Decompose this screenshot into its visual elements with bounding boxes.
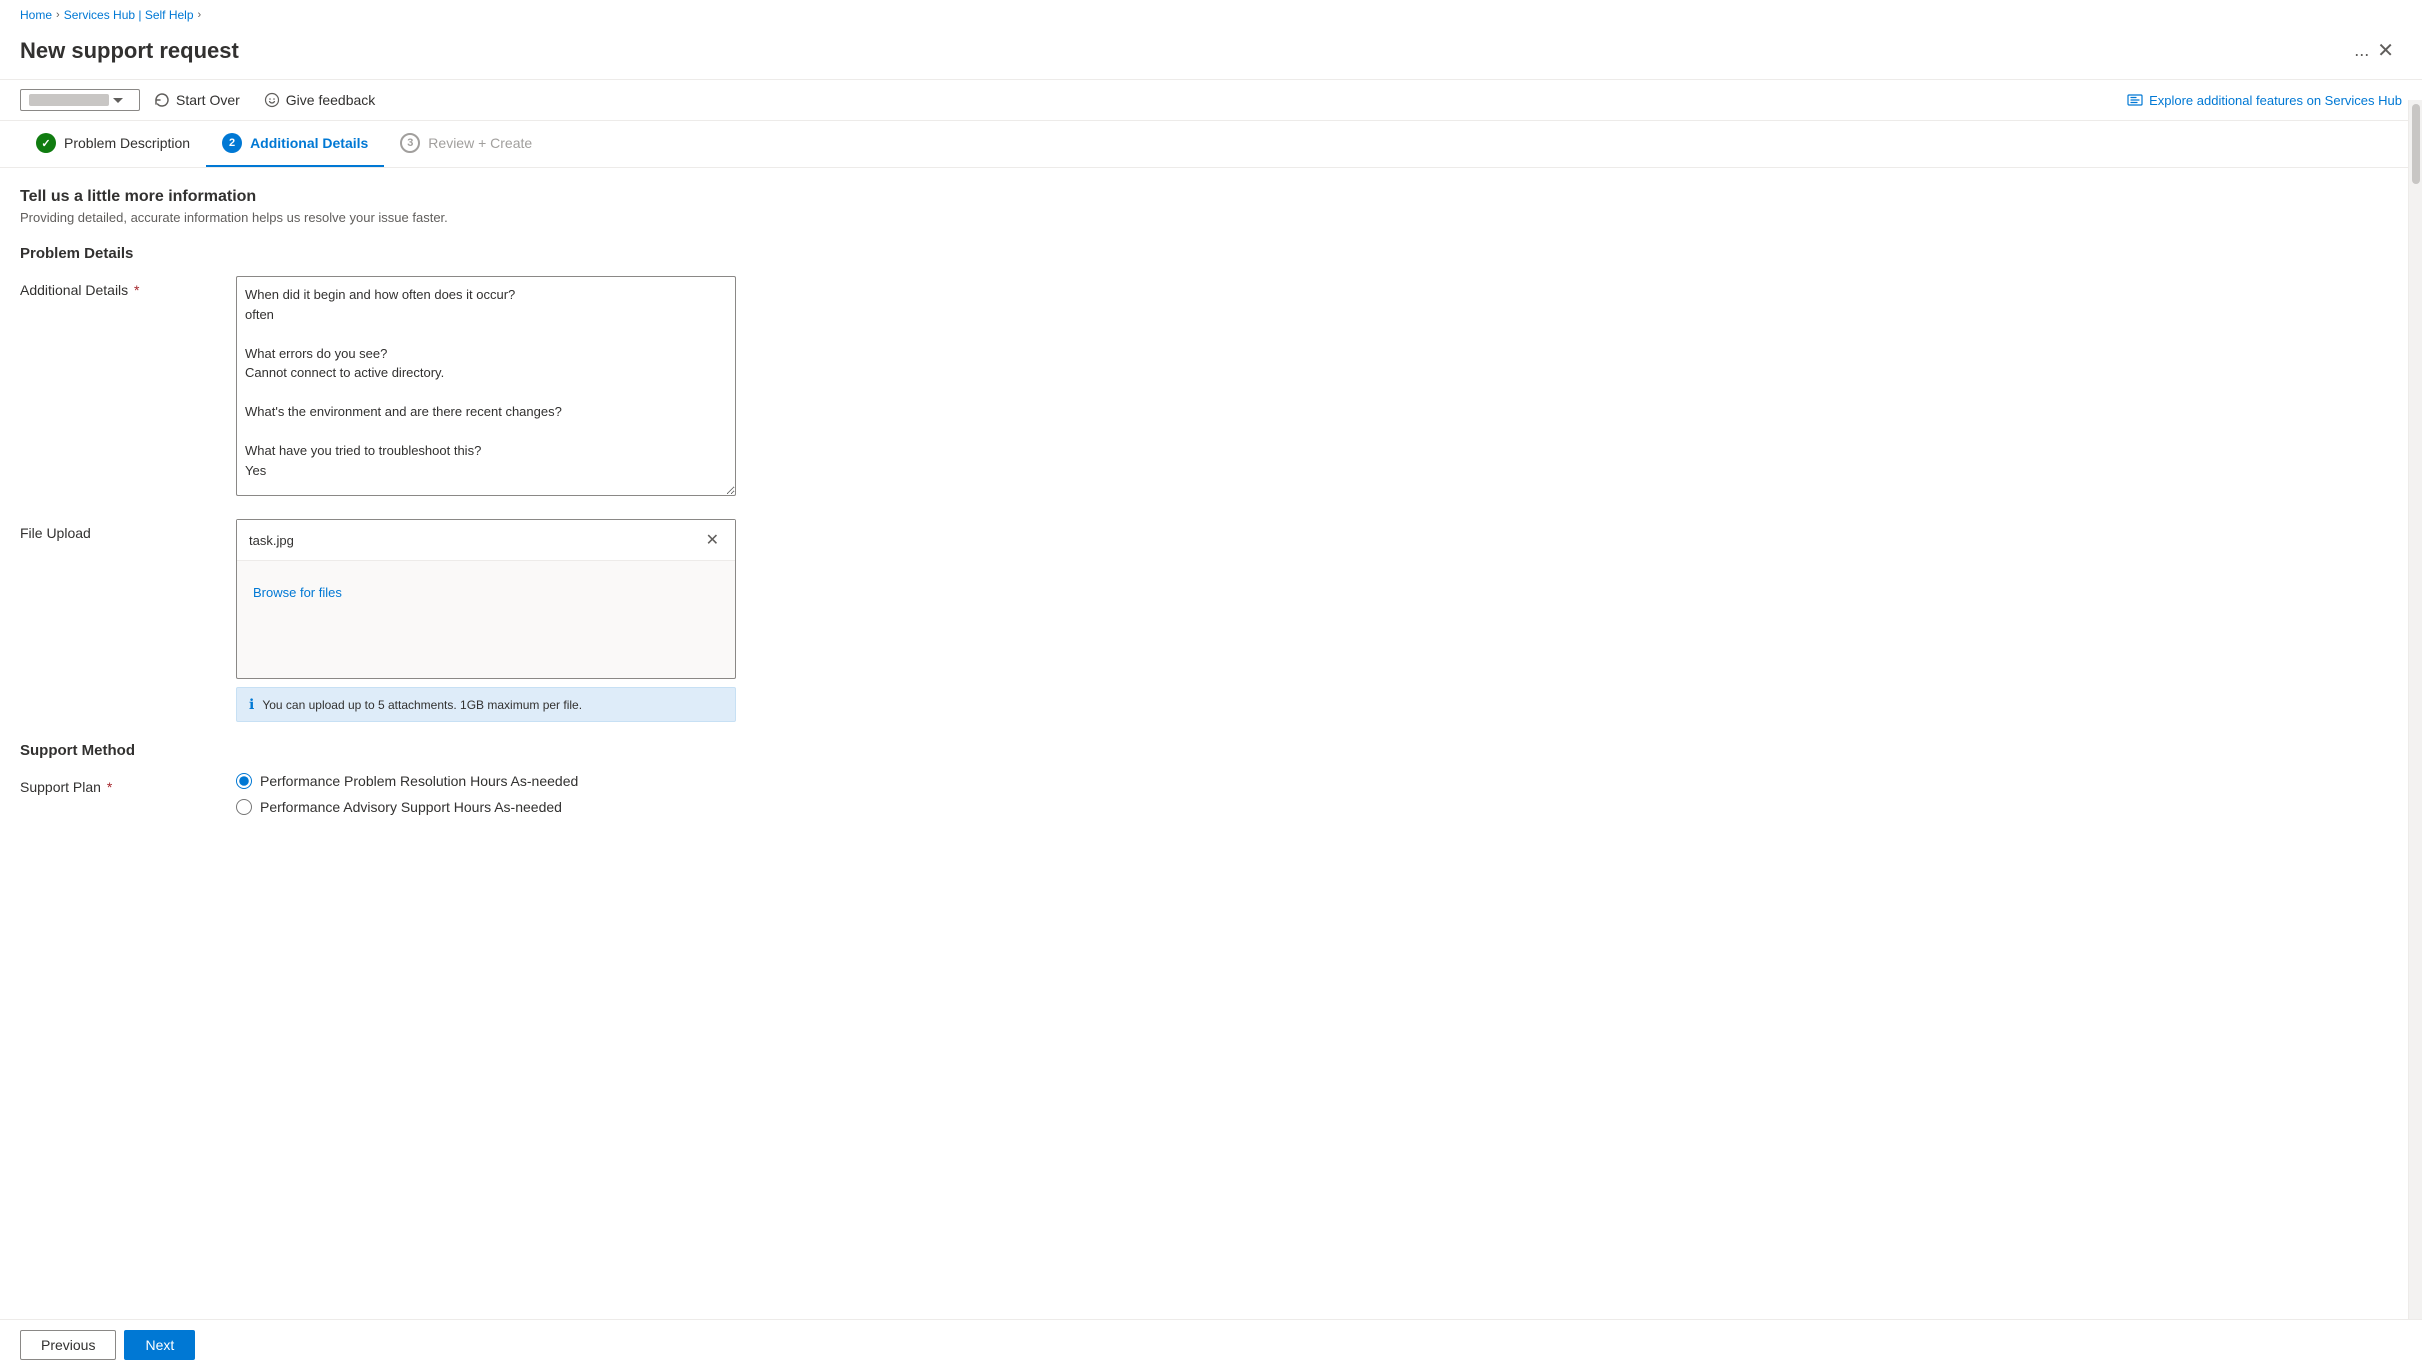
breadcrumb-services-hub[interactable]: Services Hub | Self Help bbox=[64, 8, 194, 22]
section-subtext: Providing detailed, accurate information… bbox=[20, 210, 880, 225]
breadcrumb-sep-2: › bbox=[198, 9, 202, 21]
support-plan-row: Support Plan * Performance Problem Resol… bbox=[20, 773, 880, 825]
steps-bar: ✓ Problem Description 2 Additional Detai… bbox=[0, 121, 2422, 168]
additional-details-control: When did it begin and how often does it … bbox=[236, 276, 736, 499]
support-radio-2[interactable] bbox=[236, 799, 252, 815]
refresh-icon bbox=[154, 92, 170, 108]
give-feedback-button[interactable]: Give feedback bbox=[254, 86, 386, 114]
breadcrumb-sep-1: › bbox=[56, 9, 60, 21]
next-button[interactable]: Next bbox=[124, 1330, 195, 1360]
start-over-label: Start Over bbox=[176, 92, 240, 108]
breadcrumb-home[interactable]: Home bbox=[20, 8, 52, 22]
file-upload-control: task.jpg ✕ Browse for files ℹ You can up… bbox=[236, 519, 736, 722]
toolbar: Start Over Give feedback Explore additio… bbox=[0, 80, 2422, 121]
step-1-label: Problem Description bbox=[64, 135, 190, 151]
dropdown-text-placeholder bbox=[29, 94, 109, 106]
step-review-create[interactable]: 3 Review + Create bbox=[384, 121, 548, 167]
required-star-details: * bbox=[130, 282, 139, 298]
support-radio-1[interactable] bbox=[236, 773, 252, 789]
start-over-button[interactable]: Start Over bbox=[144, 86, 250, 114]
bottom-bar: Previous Next bbox=[0, 1319, 2422, 1370]
feedback-icon bbox=[264, 92, 280, 108]
support-option-2-label[interactable]: Performance Advisory Support Hours As-ne… bbox=[260, 799, 562, 815]
file-upload-row: File Upload task.jpg ✕ Browse for files … bbox=[20, 519, 880, 722]
browse-files-link[interactable]: Browse for files bbox=[253, 585, 342, 600]
explore-label: Explore additional features on Services … bbox=[2149, 93, 2402, 108]
support-method-section: Support Method Support Plan * Performanc… bbox=[20, 742, 880, 825]
explore-link[interactable]: Explore additional features on Services … bbox=[2127, 92, 2402, 108]
support-option-1: Performance Problem Resolution Hours As-… bbox=[236, 773, 736, 789]
upload-info-text: You can upload up to 5 attachments. 1GB … bbox=[262, 698, 582, 712]
previous-button[interactable]: Previous bbox=[20, 1330, 116, 1360]
page-header: New support request ... ✕ bbox=[0, 30, 2422, 80]
required-star-plan: * bbox=[103, 779, 112, 795]
chevron-down-icon bbox=[113, 98, 123, 103]
give-feedback-label: Give feedback bbox=[286, 92, 376, 108]
file-name: task.jpg bbox=[249, 533, 694, 548]
toolbar-dropdown[interactable] bbox=[20, 89, 140, 111]
section-heading: Tell us a little more information bbox=[20, 188, 880, 206]
step-additional-details[interactable]: 2 Additional Details bbox=[206, 121, 384, 167]
upload-info: ℹ You can upload up to 5 attachments. 1G… bbox=[236, 687, 736, 722]
file-remove-button[interactable]: ✕ bbox=[702, 528, 723, 552]
explore-icon bbox=[2127, 92, 2143, 108]
page-title: New support request bbox=[20, 38, 2344, 64]
step-2-circle: 2 bbox=[222, 133, 242, 153]
additional-details-row: Additional Details * When did it begin a… bbox=[20, 276, 880, 499]
step-3-circle: 3 bbox=[400, 133, 420, 153]
support-plan-label: Support Plan * bbox=[20, 773, 220, 795]
support-option-1-label[interactable]: Performance Problem Resolution Hours As-… bbox=[260, 773, 578, 789]
step-2-label: Additional Details bbox=[250, 135, 368, 151]
main-content: Tell us a little more information Provid… bbox=[0, 168, 900, 925]
support-plan-options: Performance Problem Resolution Hours As-… bbox=[236, 773, 736, 825]
step-problem-description[interactable]: ✓ Problem Description bbox=[20, 121, 206, 167]
step-1-circle: ✓ bbox=[36, 133, 56, 153]
additional-details-textarea[interactable]: When did it begin and how often does it … bbox=[236, 276, 736, 496]
close-button[interactable]: ✕ bbox=[2369, 34, 2402, 67]
additional-details-label: Additional Details * bbox=[20, 276, 220, 298]
breadcrumb: Home › Services Hub | Self Help › bbox=[0, 0, 2422, 30]
toolbar-left: Start Over Give feedback bbox=[20, 86, 2123, 114]
file-drop-area[interactable]: Browse for files bbox=[237, 561, 735, 661]
info-icon: ℹ bbox=[249, 696, 254, 713]
problem-details-heading: Problem Details bbox=[20, 245, 880, 262]
support-method-heading: Support Method bbox=[20, 742, 880, 759]
scroll-indicator[interactable] bbox=[2408, 100, 2422, 1370]
step-3-label: Review + Create bbox=[428, 135, 532, 151]
file-item: task.jpg ✕ bbox=[237, 520, 735, 561]
toolbar-right: Explore additional features on Services … bbox=[2127, 92, 2402, 108]
file-upload-box: task.jpg ✕ Browse for files bbox=[236, 519, 736, 679]
page-options-dots[interactable]: ... bbox=[2354, 40, 2369, 61]
file-upload-label: File Upload bbox=[20, 519, 220, 541]
support-option-2: Performance Advisory Support Hours As-ne… bbox=[236, 799, 736, 815]
scroll-thumb bbox=[2412, 104, 2420, 184]
